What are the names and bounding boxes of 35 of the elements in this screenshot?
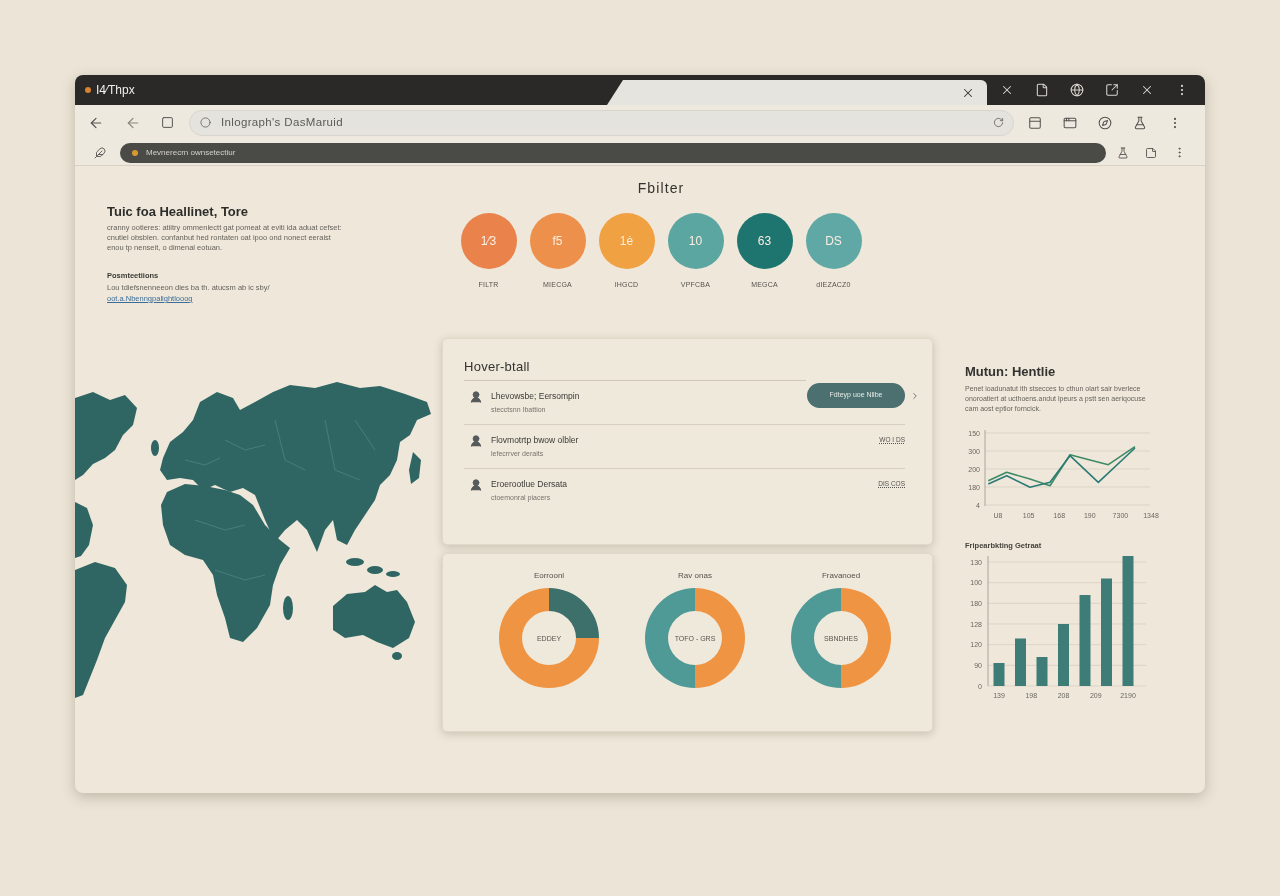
browser-tab[interactable] [607,80,987,105]
circle-icon[interactable] [200,117,211,128]
filter-title: Fbilter [637,180,685,196]
close-icon[interactable] [1000,83,1014,97]
row-name: Flovmotrtp bwow olbler [491,435,579,446]
tab-title[interactable]: I4⁄Thpx [96,83,135,97]
cross-icon[interactable] [1140,83,1154,97]
intro-title: Tuic foa Heallinet, Tore [107,204,250,220]
person-icon [469,434,483,448]
flask-icon[interactable] [1117,146,1129,159]
window-icon[interactable] [1063,115,1077,130]
row-name: Eroerootlue Dersata [491,479,568,490]
person-icon [469,390,483,404]
chart-title: Fravanoed [821,571,861,581]
chevron-right-icon[interactable] [910,391,920,401]
card-title: Hover-btall [464,359,531,375]
info-bar-text: Mevnerecrn ownsetectiur [146,147,236,158]
panel-icon[interactable] [1028,115,1042,130]
panel-title: Mutun: Hentlie [965,364,1057,380]
filter-button[interactable]: 63 [736,213,793,269]
globe-icon[interactable] [1070,83,1084,97]
document-icon[interactable] [1035,83,1049,97]
filter-button[interactable]: 10 [667,213,724,269]
compass-icon[interactable] [1098,115,1112,130]
person-icon [469,478,483,492]
chart-title: Eorroonl [533,571,565,581]
reload-icon[interactable] [993,117,1004,128]
share-icon[interactable] [1105,83,1119,97]
chart-title: Rav onas [678,571,712,581]
address-field[interactable]: Inlograph's DasMaruid [189,109,1014,136]
row-name: Lhevowsbe; Eersompin [491,391,580,402]
square-icon[interactable] [161,116,174,129]
flask-icon[interactable] [1133,115,1147,130]
feather-icon[interactable] [94,146,106,159]
note-icon[interactable] [1145,146,1157,159]
